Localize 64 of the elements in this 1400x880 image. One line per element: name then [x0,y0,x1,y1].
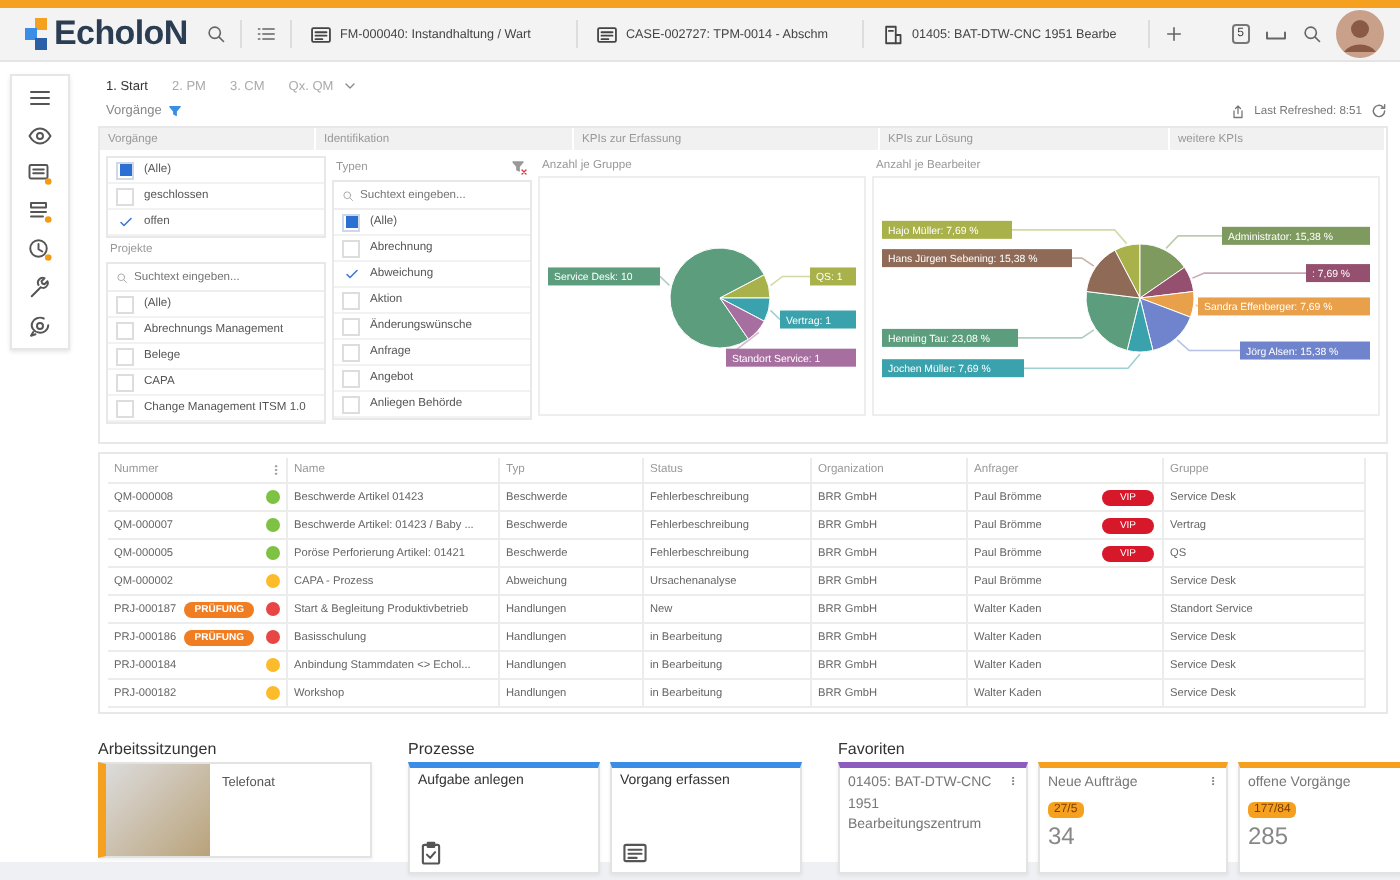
wrench-icon[interactable] [28,276,52,300]
checkbox[interactable] [342,239,360,257]
checkbox[interactable] [116,399,134,417]
leader-line [1017,329,1095,339]
search-icon [206,24,226,44]
leader-line [769,275,811,287]
check-icon [117,214,133,230]
photo-placeholder [106,764,210,856]
checkbox[interactable] [342,317,360,335]
leader-line [1071,257,1095,267]
clock-icon[interactable] [28,238,52,262]
clear-filter-icon[interactable] [512,160,528,176]
machine-icon [882,23,904,45]
search-button[interactable] [1302,24,1322,44]
leader-line [1176,339,1241,352]
card-icon[interactable] [28,162,52,186]
leader-line [1194,303,1199,308]
logo-text: EcholoN [54,14,188,54]
chat-icon[interactable] [28,314,52,338]
checkbox[interactable] [116,295,134,313]
search-button[interactable] [206,24,226,44]
filter-icon[interactable] [167,104,182,118]
leader-line [1191,272,1307,279]
stack-icon[interactable] [28,200,52,224]
search-icon [116,271,128,283]
list-button[interactable] [256,24,276,44]
checkbox[interactable] [116,161,134,179]
leader-line [1011,229,1128,245]
search-icon [1302,24,1322,44]
search-icon [342,189,354,201]
list-icon [256,24,276,44]
clipboard-icon [418,840,444,866]
checkbox[interactable] [342,369,360,387]
card-icon [620,840,650,866]
plus-icon [1164,24,1184,44]
leader-line [659,275,671,287]
leader-line [1165,235,1223,250]
menu-icon[interactable] [28,86,52,110]
favorite-count: 34 [1048,821,1077,849]
eye-icon[interactable] [28,124,52,148]
add-tab-button[interactable] [1164,24,1184,44]
checkbox[interactable] [116,373,134,391]
checkbox[interactable] [342,343,360,361]
section-heading: Favoriten [838,737,907,761]
checkbox[interactable] [342,291,360,309]
checkbox[interactable] [116,321,134,339]
card-icon [596,23,618,45]
check-icon [343,266,359,282]
checkbox[interactable] [342,213,360,231]
checkbox[interactable] [116,187,134,205]
checkbox[interactable] [342,395,360,413]
leader-line [769,309,781,321]
more-icon[interactable] [270,462,282,478]
logo-icon [24,18,48,50]
user-avatar[interactable] [1336,10,1384,58]
chevron-down-icon[interactable] [341,78,358,94]
favorite-count: 285 [1248,821,1291,849]
section-heading: Arbeitssitzungen [98,737,219,762]
checkbox[interactable] [116,347,134,365]
refresh-icon[interactable] [1370,102,1388,120]
leader-line [1023,353,1141,369]
export-icon[interactable] [1230,103,1247,119]
section-heading: Prozesse [408,737,477,761]
card-icon [310,23,332,45]
